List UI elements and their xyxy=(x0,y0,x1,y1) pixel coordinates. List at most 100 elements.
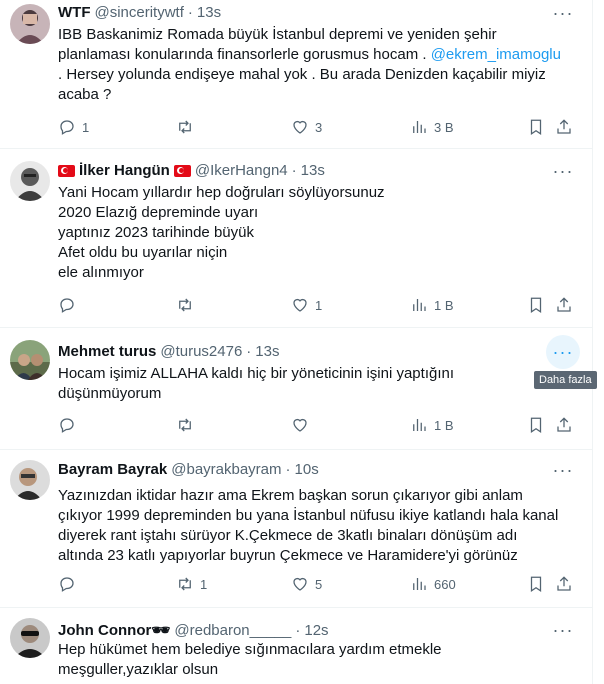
like-button[interactable]: 5 xyxy=(291,575,322,593)
reply-icon xyxy=(60,418,74,433)
text-line: acaba ? xyxy=(58,86,112,103)
reply-count: 1 xyxy=(82,119,90,135)
views-button[interactable]: 660 xyxy=(410,575,456,593)
separator-dot: · xyxy=(187,4,193,21)
author-name[interactable]: Mehmet turus xyxy=(58,343,156,360)
like-count: 1 xyxy=(315,297,323,313)
views-chart-icon xyxy=(413,299,426,311)
heart-icon xyxy=(293,418,307,432)
retweet-button[interactable]: 1 xyxy=(176,575,207,593)
bookmark-button[interactable] xyxy=(527,296,545,314)
text-line: Yani Hocam yıllardır hep doğruları söylü… xyxy=(58,184,385,201)
like-button[interactable]: 1 xyxy=(291,296,322,314)
text-line: ele alınmıyor xyxy=(58,264,144,281)
bookmark-icon xyxy=(530,119,542,135)
turkey-flag-icon xyxy=(173,164,191,177)
views-chart-icon xyxy=(413,419,426,431)
reply-feed: WTF @sinceritywtf · 13s ··· IBB Baskanim… xyxy=(0,0,597,684)
share-icon xyxy=(557,119,571,134)
like-button[interactable]: 3 xyxy=(291,118,322,136)
action-bar: 1 3 3 B xyxy=(58,118,584,138)
text-line: altında 23 katlı yapıyorlar buyrun Çekme… xyxy=(58,547,518,564)
reply-button[interactable] xyxy=(58,416,82,434)
author-handle[interactable]: @bayrakbayram xyxy=(171,461,281,478)
author-name[interactable]: John Connor🕶 xyxy=(58,621,170,639)
heart-icon xyxy=(293,120,307,134)
views-chart-icon xyxy=(413,121,426,133)
retweet-icon xyxy=(179,120,191,134)
views-button[interactable]: 3 B xyxy=(410,118,454,136)
retweet-icon xyxy=(179,418,191,432)
avatar[interactable] xyxy=(10,4,50,44)
author-name[interactable]: İlker Hangün xyxy=(79,162,170,179)
author-name[interactable]: Bayram Bayrak xyxy=(58,461,167,478)
bookmark-button[interactable] xyxy=(527,118,545,136)
mention-link[interactable]: @ekrem_imamoglu xyxy=(431,46,561,63)
text-line: meşguller,yazıklar olsun xyxy=(58,661,219,678)
reply-icon xyxy=(60,298,74,313)
bookmark-icon xyxy=(530,297,542,313)
retweet-button[interactable] xyxy=(176,416,200,434)
like-button[interactable] xyxy=(291,416,315,434)
timestamp[interactable]: 10s xyxy=(295,461,319,478)
bookmark-button[interactable] xyxy=(527,416,545,434)
reply-button[interactable]: 1 xyxy=(58,118,89,136)
retweet-button[interactable] xyxy=(176,296,200,314)
tweet[interactable]: İlker Hangün @IkerHangn4 · 13s ··· Yani … xyxy=(0,149,592,328)
text-line: planlaması konularında finansorlerle gor… xyxy=(58,46,561,63)
tweet-text: Yani Hocam yıllardır hep doğruları söylü… xyxy=(58,183,578,283)
views-count: 1 B xyxy=(434,417,454,433)
author-handle[interactable]: @sinceritywtf xyxy=(94,4,183,21)
timestamp[interactable]: 13s xyxy=(301,162,325,179)
separator-dot: · xyxy=(246,343,252,360)
heart-icon xyxy=(293,298,307,312)
reply-button[interactable] xyxy=(58,575,82,593)
bookmark-icon xyxy=(530,417,542,433)
tweet[interactable]: Bayram Bayrak @bayrakbayram · 10s ··· Ya… xyxy=(0,450,592,608)
bookmark-button[interactable] xyxy=(527,575,545,593)
text-line: Afet oldu bu uyarılar niçin xyxy=(58,244,228,261)
more-options-tooltip: Daha fazla xyxy=(534,371,597,389)
avatar[interactable] xyxy=(10,161,50,201)
text-line: yaptınız 2023 tarihinde büyük xyxy=(58,224,254,241)
share-button[interactable] xyxy=(555,296,573,314)
tweet-text: Yazınızdan iktidar hazır ama Ekrem başka… xyxy=(58,486,578,566)
text-line: çıkıyor 1999 depreminden bu yana İstanbu… xyxy=(58,507,559,524)
timestamp[interactable]: 13s xyxy=(197,4,221,21)
author-name[interactable]: WTF xyxy=(58,4,90,21)
tweet[interactable]: WTF @sinceritywtf · 13s ··· IBB Baskanim… xyxy=(0,0,592,149)
avatar[interactable] xyxy=(10,460,50,500)
retweet-icon xyxy=(179,577,191,591)
views-button[interactable]: 1 B xyxy=(410,416,454,434)
retweet-button[interactable] xyxy=(176,118,200,136)
author-handle[interactable]: @redbaron_____ xyxy=(174,622,291,639)
reply-icon xyxy=(60,120,74,135)
action-bar: 1 1 B xyxy=(58,296,584,316)
author-handle[interactable]: @turus2476 xyxy=(160,343,242,360)
bookmark-icon xyxy=(530,576,542,592)
turkey-flag-icon xyxy=(58,164,75,177)
text-line: IBB Baskanimiz Romada büyük İstanbul dep… xyxy=(58,26,497,43)
timestamp[interactable]: 13s xyxy=(255,343,279,360)
action-bar: 1 5 660 xyxy=(58,575,584,595)
share-button[interactable] xyxy=(555,118,573,136)
text-line: Hocam işimiz ALLAHA kaldı hiç bir yöneti… xyxy=(58,365,455,382)
text-line: Hep hükümet hem belediye sığınmacılara y… xyxy=(58,641,442,658)
like-count: 3 xyxy=(315,119,323,135)
separator-dot: · xyxy=(285,461,291,478)
timestamp[interactable]: 12s xyxy=(304,622,328,639)
more-options-button[interactable]: ··· xyxy=(546,453,580,487)
separator-dot: · xyxy=(295,621,301,639)
reply-icon xyxy=(60,577,74,592)
heart-icon xyxy=(293,577,307,591)
tweet[interactable]: Mehmet turus @turus2476 · 13s ··· Hocam … xyxy=(0,328,592,450)
reply-button[interactable] xyxy=(58,296,82,314)
share-button[interactable] xyxy=(555,416,573,434)
avatar[interactable] xyxy=(10,340,50,380)
author-handle[interactable]: @IkerHangn4 xyxy=(195,162,288,179)
avatar[interactable] xyxy=(10,618,50,658)
share-button[interactable] xyxy=(555,575,573,593)
views-button[interactable]: 1 B xyxy=(410,296,454,314)
tweet[interactable]: John Connor🕶 @redbaron_____ · 12s ··· He… xyxy=(0,608,592,684)
action-bar: 1 B xyxy=(58,416,584,436)
